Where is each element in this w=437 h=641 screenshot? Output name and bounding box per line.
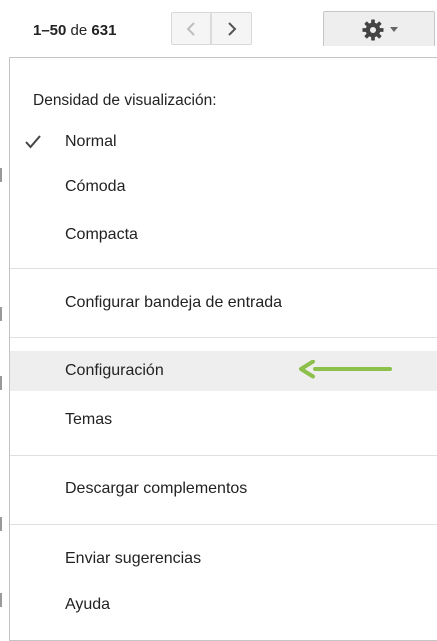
themes-label: Temas: [65, 411, 113, 428]
chevron-left-icon: [186, 21, 195, 36]
density-heading: Densidad de visualización:: [33, 92, 217, 109]
help-item[interactable]: Ayuda: [10, 585, 437, 625]
menu-divider: [10, 455, 437, 456]
newer-button[interactable]: [171, 12, 211, 45]
send-feedback-item[interactable]: Enviar sugerencias: [10, 539, 437, 579]
chevron-right-icon: [227, 21, 236, 36]
older-button[interactable]: [211, 12, 252, 45]
configure-inbox-label: Configurar bandeja de entrada: [65, 294, 283, 311]
background-edge-mark: [0, 593, 2, 607]
density-option-normal[interactable]: Normal: [10, 122, 437, 162]
checkmark-icon: [25, 135, 41, 149]
density-option-label: Compacta: [65, 226, 138, 243]
pagination-of: de: [70, 22, 88, 39]
get-addons-item[interactable]: Descargar complementos: [10, 469, 437, 509]
density-option-label: Normal: [65, 133, 117, 150]
configure-inbox-item[interactable]: Configurar bandeja de entrada: [10, 283, 437, 323]
toolbar: 1–50 de 631: [0, 0, 437, 56]
settings-menu: Densidad de visualización: Normal Cómoda…: [9, 57, 437, 641]
get-addons-label: Descargar complementos: [65, 480, 248, 497]
help-label: Ayuda: [65, 596, 111, 613]
pagination-info: 1–50 de 631: [33, 22, 116, 39]
gear-icon: [362, 19, 384, 41]
density-option-compact[interactable]: Compacta: [10, 215, 437, 255]
density-option-label: Cómoda: [65, 178, 126, 195]
settings-button[interactable]: [323, 11, 435, 46]
menu-divider: [10, 524, 437, 525]
density-option-comfortable[interactable]: Cómoda: [10, 167, 437, 207]
pagination-total: 631: [91, 22, 117, 39]
background-edge-mark: [0, 168, 2, 182]
pagination-range: 1–50: [33, 22, 67, 39]
settings-label: Configuración: [65, 362, 164, 379]
menu-divider: [10, 337, 437, 338]
themes-item[interactable]: Temas: [10, 400, 437, 440]
background-edge-mark: [0, 376, 2, 390]
send-feedback-label: Enviar sugerencias: [65, 550, 202, 567]
background-edge-mark: [0, 517, 2, 531]
background-edge-mark: [0, 307, 2, 321]
menu-divider: [10, 268, 437, 269]
caret-down-icon: [390, 27, 398, 32]
annotation-arrow-icon: [299, 360, 392, 379]
